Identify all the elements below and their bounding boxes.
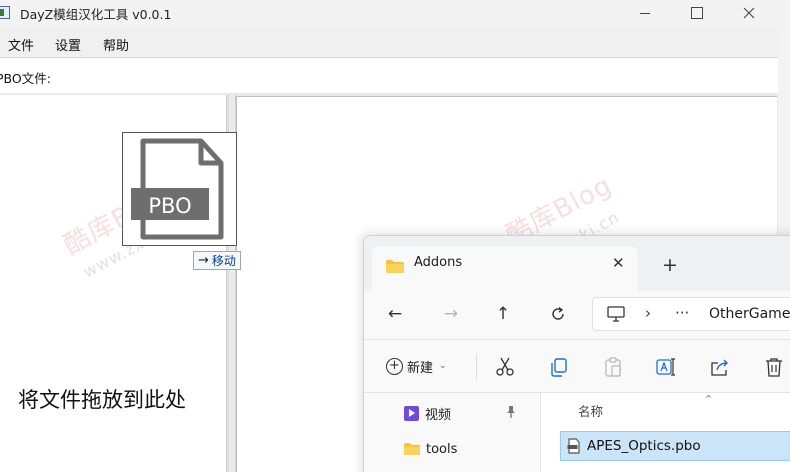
window-title: DayZ模组汉化工具 v0.0.1: [20, 7, 172, 22]
pane-separator[interactable]: [540, 393, 541, 472]
plus-circle-icon: +: [386, 357, 403, 375]
sort-caret-icon: ⌃: [704, 393, 714, 406]
chevron-down-icon: ⌄: [439, 361, 447, 371]
delete-icon[interactable]: [763, 356, 785, 378]
forward-arrow-icon[interactable]: →: [440, 303, 462, 325]
menu-file[interactable]: 文件: [8, 35, 34, 54]
drop-hint-text: 将文件拖放到此处: [18, 388, 186, 412]
close-button[interactable]: [726, 0, 772, 26]
up-arrow-icon[interactable]: ↑: [492, 303, 514, 325]
tab-close-icon[interactable]: ✕: [612, 254, 625, 272]
drag-preview: PBO: [122, 132, 237, 246]
pbo-file-row: PBO文件:: [0, 58, 778, 93]
new-tab-plus-icon[interactable]: +: [662, 254, 678, 276]
cut-icon[interactable]: [494, 356, 516, 378]
app-icon: [0, 6, 10, 19]
pin-icon[interactable]: [505, 405, 517, 419]
nav-item-label: 视频: [425, 407, 452, 423]
menu-settings[interactable]: 设置: [55, 35, 81, 54]
explorer-body: 视频 tools 名称 ⌃ APES_Optics.pbo: [364, 393, 790, 472]
new-button[interactable]: + 新建 ⌄: [386, 354, 447, 378]
back-arrow-icon[interactable]: ←: [384, 303, 406, 325]
pbo-file-icon: PBO: [131, 138, 224, 240]
nav-item-tools[interactable]: tools: [404, 438, 457, 460]
drag-move-label: 移动: [211, 254, 236, 268]
close-icon: [743, 7, 755, 19]
toolbar-separator: [476, 354, 477, 380]
explorer-command-bar: + 新建 ⌄: [364, 340, 790, 392]
computer-icon: [607, 306, 625, 322]
explorer-nav-bar: ← → ↑ › ··· OtherGame: [364, 291, 790, 339]
menu-bar: 文件 设置 帮助: [0, 30, 778, 56]
refresh-icon[interactable]: [547, 303, 569, 325]
more-dots-icon[interactable]: ···: [675, 304, 689, 322]
copy-icon[interactable]: [548, 356, 570, 378]
title-bar[interactable]: DayZ模组汉化工具 v0.0.1: [0, 0, 778, 26]
pbo-file-icon: [567, 438, 580, 454]
file-explorer-window: Addons ✕ + ← → ↑ › ··· OtherGame + 新建 ⌄: [363, 235, 790, 472]
explorer-tab[interactable]: Addons ✕: [372, 246, 638, 291]
explorer-tab-bar: Addons ✕ +: [364, 236, 790, 291]
new-button-label: 新建: [407, 360, 434, 376]
menu-help[interactable]: 帮助: [103, 35, 129, 54]
maximize-button[interactable]: [674, 0, 720, 26]
rename-icon[interactable]: [655, 356, 677, 378]
share-icon[interactable]: [709, 356, 731, 378]
paste-icon[interactable]: [602, 356, 624, 378]
explorer-tab-title: Addons: [414, 255, 463, 270]
pbo-icon-label: PBO: [148, 194, 191, 218]
nav-item-label: tools: [426, 441, 458, 457]
drag-move-tooltip: → 移动: [193, 251, 241, 270]
minimize-button[interactable]: [622, 0, 668, 26]
nav-item-videos[interactable]: 视频: [404, 402, 451, 424]
column-header-name[interactable]: 名称: [578, 401, 603, 420]
file-list-item[interactable]: APES_Optics.pbo: [560, 431, 790, 461]
file-name: APES_Optics.pbo: [587, 438, 701, 454]
navigation-pane: 视频 tools: [364, 393, 539, 472]
arrow-right-icon: →: [198, 253, 209, 268]
pbo-file-label: PBO文件:: [0, 71, 51, 86]
chevron-right-icon[interactable]: ›: [645, 304, 651, 322]
address-path-segment[interactable]: OtherGame: [709, 306, 790, 322]
folder-icon: [386, 260, 404, 273]
videos-icon: [404, 405, 419, 421]
folder-icon: [404, 443, 420, 455]
address-bar[interactable]: › ··· OtherGame: [592, 297, 790, 331]
